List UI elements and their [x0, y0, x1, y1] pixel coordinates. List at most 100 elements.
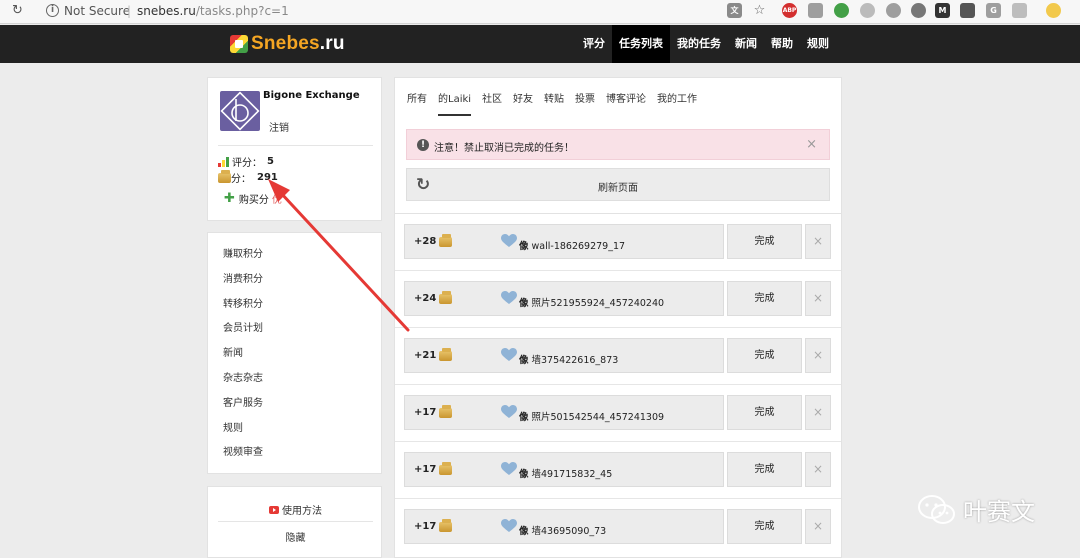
- buy-points-link[interactable]: ✚ 购买分 优: [224, 191, 282, 207]
- reload-icon[interactable]: ↻: [12, 3, 23, 18]
- menu-video-review[interactable]: 视频审查: [208, 441, 381, 466]
- task-row: +24 像照片521955924_457240240 完成 ×: [404, 281, 834, 316]
- task-row: +17 像墙43695090_73 完成 ×: [404, 509, 834, 544]
- close-icon[interactable]: ×: [805, 452, 831, 487]
- menu-earn-points[interactable]: 赚取积分: [208, 243, 381, 268]
- menu-membership[interactable]: 会员计划: [208, 317, 381, 342]
- task-name: 像墙43695090_73: [519, 526, 607, 537]
- menu-spend-points[interactable]: 消费积分: [208, 268, 381, 293]
- close-icon[interactable]: ×: [805, 338, 831, 373]
- nav-rules[interactable]: 规则: [800, 25, 836, 63]
- url-host: snebes.ru: [137, 4, 196, 18]
- nav-task-list[interactable]: 任务列表: [612, 25, 670, 63]
- extension-icon[interactable]: [1012, 3, 1027, 18]
- translate-icon[interactable]: 文: [727, 3, 742, 18]
- task-tabs: 所有 的Laiki 社区 好友 转贴 投票 博客评论 我的工作: [407, 92, 708, 116]
- task-info[interactable]: +17 像墙491715832_45: [404, 452, 724, 487]
- robot-icon[interactable]: [911, 3, 926, 18]
- tasks-panel: 所有 的Laiki 社区 好友 转贴 投票 博客评论 我的工作 ! 注意！禁止取…: [394, 77, 842, 558]
- tab-reposts[interactable]: 转贴: [544, 92, 564, 116]
- extension-icon[interactable]: [960, 3, 975, 18]
- task-info[interactable]: +24 像照片521955924_457240240: [404, 281, 724, 316]
- complete-button[interactable]: 完成: [727, 509, 802, 544]
- side-menu: 赚取积分 消费积分 转移积分 会员计划 新闻 杂志杂志 客户服务 规则 视频审查: [207, 232, 382, 474]
- task-info[interactable]: +21 像墙375422616_873: [404, 338, 724, 373]
- logo-icon: [230, 35, 248, 53]
- task-info[interactable]: +17 像墙43695090_73: [404, 509, 724, 544]
- avatar[interactable]: [220, 91, 260, 131]
- extension-icon[interactable]: [808, 3, 823, 18]
- wechat-icon: [918, 494, 955, 524]
- heart-icon: [501, 519, 517, 532]
- divider: [395, 213, 841, 214]
- complete-button[interactable]: 完成: [727, 224, 802, 259]
- exclamation-icon: !: [417, 139, 429, 151]
- m-icon[interactable]: M: [935, 3, 950, 18]
- task-points: +24: [414, 290, 453, 304]
- task-row: +21 像墙375422616_873 完成 ×: [404, 338, 834, 373]
- complete-button[interactable]: 完成: [727, 395, 802, 430]
- star-icon[interactable]: ☆: [752, 3, 767, 18]
- complete-button[interactable]: 完成: [727, 338, 802, 373]
- tab-community[interactable]: 社区: [482, 92, 502, 116]
- task-info[interactable]: +28 像 wall-186269279_17: [404, 224, 724, 259]
- hide-link[interactable]: 隐藏: [208, 529, 383, 544]
- divider: [218, 145, 373, 146]
- close-icon[interactable]: ×: [806, 137, 817, 152]
- tab-likes[interactable]: 的Laiki: [438, 92, 472, 116]
- complete-button[interactable]: 完成: [727, 452, 802, 487]
- close-icon[interactable]: ×: [805, 224, 831, 259]
- task-points: +17: [414, 404, 453, 418]
- site-logo[interactable]: Snebes.ru: [230, 33, 345, 54]
- menu-news[interactable]: 新闻: [208, 342, 381, 367]
- address-bar[interactable]: snebes.ru/tasks.php?c=1: [137, 4, 289, 18]
- task-name: 像照片521955924_457240240: [519, 298, 665, 309]
- row-divider: [395, 270, 841, 271]
- nav-news[interactable]: 新闻: [728, 25, 764, 63]
- task-name: 像墙491715832_45: [519, 469, 613, 480]
- task-name: 像墙375422616_873: [519, 355, 619, 366]
- site-navbar: Snebes.ru 评分 任务列表 我的任务 新闻 帮助 规则: [0, 25, 1080, 63]
- buy-points-extra: 优: [271, 195, 282, 206]
- adblock-icon[interactable]: ABP: [782, 3, 797, 18]
- nav-my-tasks[interactable]: 我的任务: [670, 25, 728, 63]
- menu-magazine[interactable]: 杂志杂志: [208, 367, 381, 392]
- tab-all[interactable]: 所有: [407, 92, 427, 116]
- task-points: +21: [414, 347, 453, 361]
- task-info[interactable]: +17 像照片501542544_457241309: [404, 395, 724, 430]
- menu-support[interactable]: 客户服务: [208, 392, 381, 417]
- tab-my-work[interactable]: 我的工作: [657, 92, 697, 116]
- profile-name[interactable]: Bigone Exchange: [263, 90, 360, 101]
- profile-avatar-icon[interactable]: [1046, 3, 1061, 18]
- coins-icon: [439, 347, 453, 361]
- rating-label: 评分：: [232, 158, 262, 169]
- close-icon[interactable]: ×: [805, 395, 831, 430]
- close-icon[interactable]: ×: [805, 509, 831, 544]
- complete-button[interactable]: 完成: [727, 281, 802, 316]
- info-icon[interactable]: i: [46, 4, 59, 17]
- task-name: 像 wall-186269279_17: [519, 241, 626, 252]
- rating-row: 评分： 5: [218, 154, 274, 169]
- profile-card: Bigone Exchange 注销 评分： 5 分： 291 ✚ 购买分 优: [207, 77, 382, 221]
- tab-blog-comments[interactable]: 博客评论: [606, 92, 646, 116]
- extension-icon[interactable]: G: [986, 3, 1001, 18]
- task-row: +28 像 wall-186269279_17 完成 ×: [404, 224, 834, 259]
- tab-polls[interactable]: 投票: [575, 92, 595, 116]
- tab-friends[interactable]: 好友: [513, 92, 533, 116]
- nav-rating[interactable]: 评分: [576, 25, 612, 63]
- refresh-button[interactable]: ↻ 刷新页面: [406, 168, 830, 201]
- menu-transfer-points[interactable]: 转移积分: [208, 293, 381, 318]
- coins-icon: [439, 461, 453, 475]
- usage-link[interactable]: 使用方法: [208, 502, 383, 517]
- evernote-icon[interactable]: [834, 3, 849, 18]
- points-row: 分： 291: [218, 169, 278, 185]
- watermark: 叶赛文: [917, 492, 1035, 527]
- close-icon[interactable]: ×: [805, 281, 831, 316]
- refresh-label: 刷新页面: [598, 183, 638, 194]
- heart-icon: [501, 234, 517, 247]
- extension-icon[interactable]: [860, 3, 875, 18]
- camera-icon[interactable]: [886, 3, 901, 18]
- logout-link[interactable]: 注销: [269, 119, 289, 134]
- menu-rules[interactable]: 规则: [208, 417, 381, 442]
- nav-help[interactable]: 帮助: [764, 25, 800, 63]
